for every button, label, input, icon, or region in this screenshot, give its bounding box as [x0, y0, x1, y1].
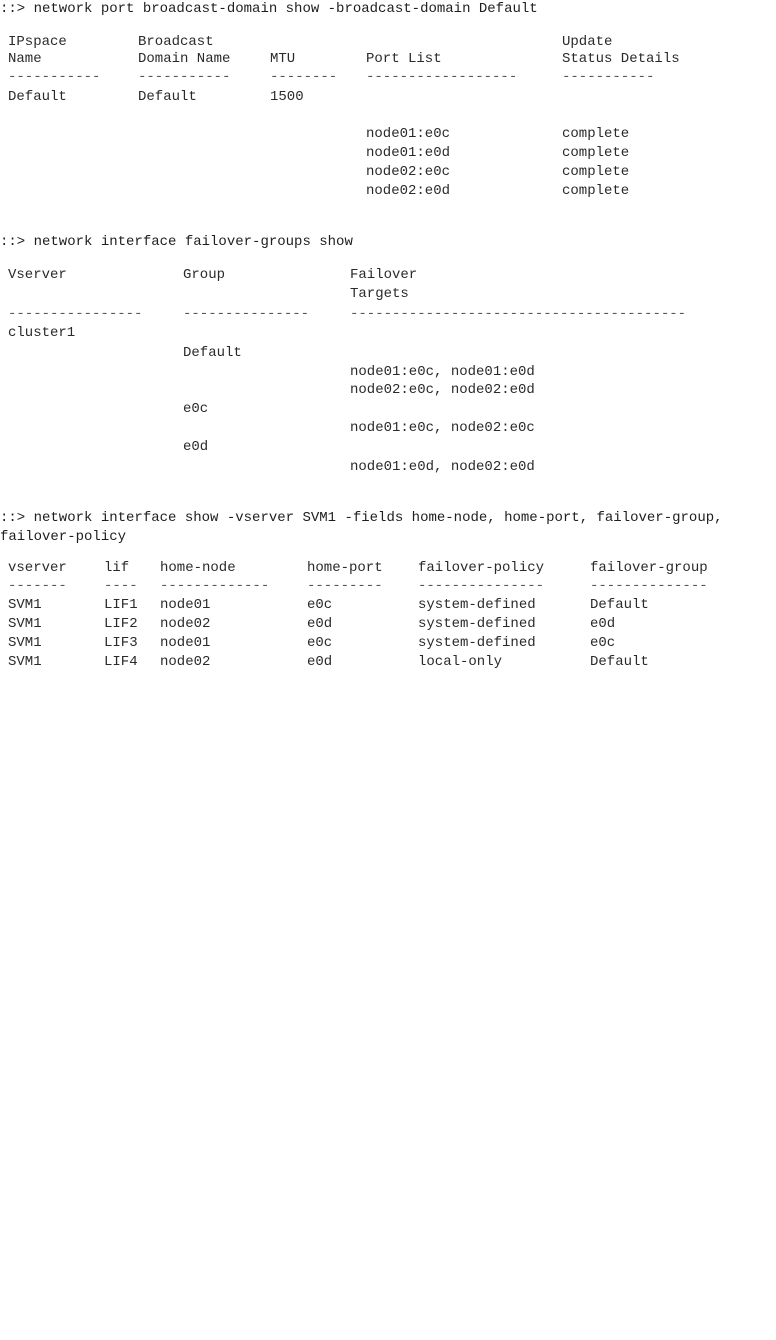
header-port-list: Port List: [366, 51, 442, 67]
cell-home-node: node02: [160, 616, 211, 632]
cell-failover-policy: local-only: [418, 654, 503, 670]
cell-vserver: SVM1: [8, 597, 42, 613]
cell-home-node: node01: [160, 635, 211, 651]
header-failover-group: failover-group: [590, 560, 708, 576]
divider: -------: [8, 578, 67, 594]
cell-home-port: e0c: [307, 635, 333, 651]
terminal-output: ::> network port broadcast-domain show -…: [0, 0, 776, 670]
header-status-details: Status Details: [562, 51, 680, 67]
header-mtu: MTU: [270, 51, 296, 67]
header-group: Group: [183, 267, 226, 283]
cell-failover-group: Default: [590, 654, 649, 670]
cell-home-node: node01: [160, 597, 211, 613]
failover-targets: node01:e0d, node02:e0d: [350, 459, 535, 475]
divider: ---------------: [183, 306, 310, 322]
cell-lif: LIF2: [104, 616, 138, 632]
header-failover: Failover: [350, 267, 418, 283]
header-home-port: home-port: [307, 560, 383, 576]
port-status: complete: [562, 164, 630, 180]
divider: ---------: [307, 578, 383, 594]
cell-home-port: e0d: [307, 654, 333, 670]
cell-failover-policy: system-defined: [418, 597, 536, 613]
divider: -----------: [138, 69, 231, 85]
header-domain-name: Domain Name: [138, 51, 231, 67]
cell-vserver: SVM1: [8, 635, 42, 651]
failover-group-name: e0c: [183, 401, 209, 417]
header-ipspace-line2: Name: [8, 51, 42, 67]
header-failover-policy: failover-policy: [418, 560, 545, 576]
cell-lif: LIF1: [104, 597, 138, 613]
divider: --------: [270, 69, 338, 85]
header-targets: Targets: [350, 286, 409, 302]
divider: -----------: [8, 69, 101, 85]
header-lif: lif: [104, 560, 130, 576]
cell-home-port: e0d: [307, 616, 333, 632]
port-list-item: node02:e0c: [366, 164, 451, 180]
port-status: complete: [562, 145, 630, 161]
header-vserver: vserver: [8, 560, 67, 576]
failover-group-name: Default: [183, 345, 242, 361]
header-ipspace-line1: IPspace: [8, 34, 67, 50]
cell-failover-policy: system-defined: [418, 635, 536, 651]
port-status: complete: [562, 183, 630, 199]
port-status: complete: [562, 126, 630, 142]
cell-failover-group: Default: [590, 597, 649, 613]
port-list-item: node02:e0d: [366, 183, 451, 199]
divider: -----------: [562, 69, 655, 85]
cell-failover-policy: system-defined: [418, 616, 536, 632]
divider: -------------: [160, 578, 270, 594]
cell-home-port: e0c: [307, 597, 333, 613]
header-vserver: Vserver: [8, 267, 67, 283]
cell-lif: LIF4: [104, 654, 138, 670]
port-list-item: node01:e0d: [366, 145, 451, 161]
command-interface-show: ::> network interface show -vserver SVM1…: [0, 510, 731, 545]
cell-failover-group: e0d: [590, 616, 616, 632]
cell-vserver: SVM1: [8, 616, 42, 632]
command-failover-groups-show: ::> network interface failover-groups sh…: [0, 234, 353, 250]
divider: --------------: [590, 578, 708, 594]
cell-vserver: SVM1: [8, 654, 42, 670]
divider: ----------------: [8, 306, 143, 322]
command-broadcast-domain-show: ::> network port broadcast-domain show -…: [0, 1, 538, 17]
cell-domain: Default: [138, 89, 197, 105]
cell-ipspace: Default: [8, 89, 67, 105]
cell-lif: LIF3: [104, 635, 138, 651]
header-broadcast-line1: Broadcast: [138, 34, 214, 50]
header-update-line1: Update: [562, 34, 613, 50]
divider: ----------------------------------------: [350, 306, 687, 322]
cell-mtu: 1500: [270, 89, 304, 105]
header-home-node: home-node: [160, 560, 236, 576]
divider: ---------------: [418, 578, 545, 594]
failover-targets: node01:e0c, node01:e0d: [350, 364, 535, 380]
failover-targets: node01:e0c, node02:e0c: [350, 420, 535, 436]
port-list-item: node01:e0c: [366, 126, 451, 142]
cell-vserver: cluster1: [8, 325, 76, 341]
cell-home-node: node02: [160, 654, 211, 670]
failover-group-name: e0d: [183, 439, 209, 455]
divider: ------------------: [366, 69, 518, 85]
divider: ----: [104, 578, 138, 594]
failover-targets: node02:e0c, node02:e0d: [350, 382, 535, 398]
cell-failover-group: e0c: [590, 635, 616, 651]
